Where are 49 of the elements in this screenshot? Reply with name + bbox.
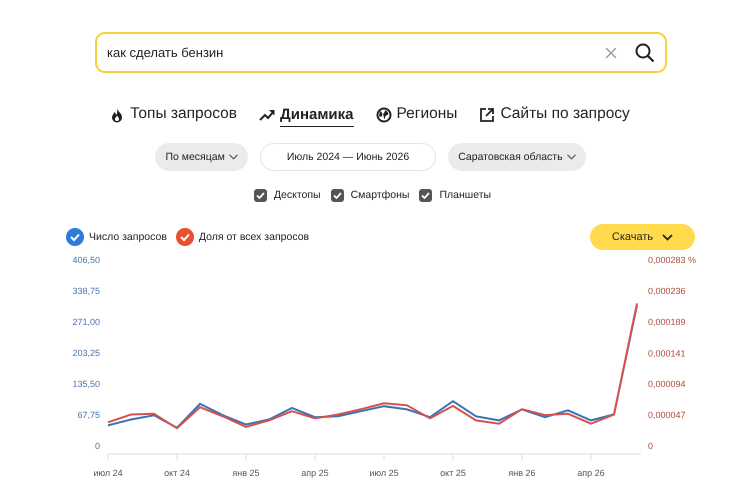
axis-tick-label: апр 26 <box>577 468 605 478</box>
axis-tick-label: 0,000283 % <box>648 255 696 265</box>
dropdown-button[interactable]: По месяцам <box>155 143 248 171</box>
axis-tick-label: 0 <box>94 441 100 451</box>
legend-label: Число запросов <box>89 231 167 243</box>
legend-toggle[interactable] <box>176 228 194 246</box>
tab[interactable]: Динамика <box>280 104 354 126</box>
checkbox-label: Планшеты <box>439 189 492 201</box>
download-button[interactable]: Скачать <box>590 224 695 250</box>
tab[interactable]: Регионы <box>396 103 458 127</box>
axis-tick-label: 135,50 <box>72 379 100 389</box>
axis-tick-label: 0 <box>648 441 654 451</box>
search-icon[interactable] <box>635 42 655 62</box>
axis-tick-label: окт 24 <box>164 468 190 478</box>
dropdown-button[interactable]: Саратовская область <box>448 143 586 171</box>
checkbox-label: Десктопы <box>274 189 321 201</box>
axis-tick-label: 406,50 <box>72 255 100 265</box>
chevron-icon <box>566 154 576 160</box>
axis-tick-label: 271,00 <box>72 317 100 327</box>
axis-tick-label: 338,75 <box>72 286 100 296</box>
axis-tick-label: 0,000094 <box>648 379 686 390</box>
axis-tick-label: окт 25 <box>440 468 466 478</box>
legend-toggle[interactable] <box>66 228 84 246</box>
axis-tick-label: 0,000189 <box>648 316 686 327</box>
checkbox[interactable] <box>254 188 267 202</box>
axis-tick-label: 67,75 <box>77 410 100 420</box>
axis-tick-label: 0,000236 <box>648 286 686 296</box>
clear-icon[interactable] <box>605 46 617 58</box>
date-range-field[interactable]: Июль 2024 — Июнь 2026 <box>260 143 436 171</box>
axis-tick-label: 0,000141 <box>648 348 686 358</box>
axis-tick-label: июл 24 <box>93 468 123 478</box>
search-field[interactable]: как сделать бензин <box>95 32 667 73</box>
chevron-icon <box>228 154 238 160</box>
axis-tick-label: янв 26 <box>508 468 536 478</box>
checkbox-label: Смартфоны <box>350 189 410 201</box>
axis-tick-label: 203,25 <box>72 348 100 358</box>
external-link-icon <box>479 107 496 123</box>
axis-tick-label: 0,000047 <box>648 410 686 420</box>
axis-tick-label: июл 25 <box>369 468 399 478</box>
axis-tick-label: янв 25 <box>232 468 260 478</box>
trend-icon <box>259 107 276 123</box>
checkbox[interactable] <box>419 188 432 202</box>
axis-tick-label: апр 25 <box>301 468 329 478</box>
chevron-icon <box>662 234 674 240</box>
tab[interactable]: Топы запросов <box>130 103 238 127</box>
legend-label: Доля от всех запросов <box>198 231 310 243</box>
tab[interactable]: Сайты по запросу <box>500 103 630 127</box>
globe-icon <box>376 107 392 123</box>
checkbox[interactable] <box>330 188 344 202</box>
